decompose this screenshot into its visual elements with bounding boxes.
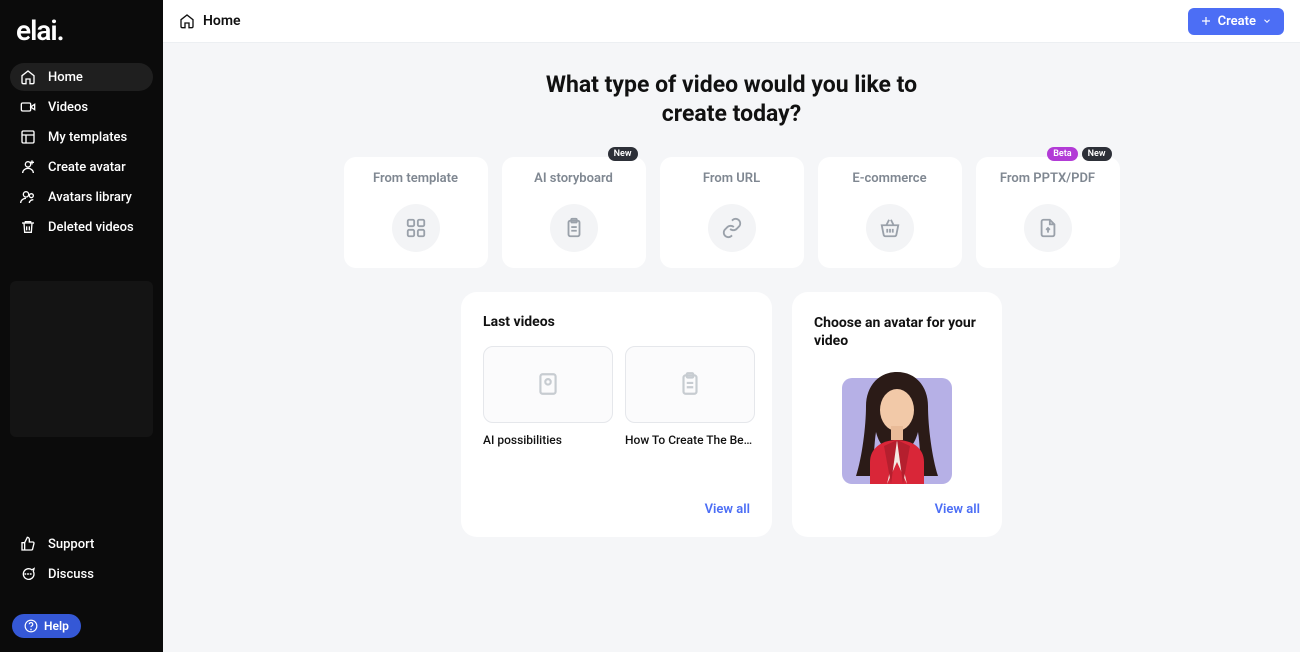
type-label: From template [373,171,458,186]
type-card-from-pptx-pdf[interactable]: Beta New From PPTX/PDF [976,157,1120,268]
type-label: From URL [703,171,760,186]
video-thumb [625,346,755,423]
panel-title: Choose an avatar for your video [814,314,980,350]
help-button[interactable]: Help [12,614,81,638]
chat-icon [20,566,36,582]
video-icon [20,99,36,115]
page-title: Home [203,13,241,29]
clipboard-icon [550,204,598,252]
thumbs-up-icon [20,536,36,552]
video-thumb [483,346,613,423]
sidebar-item-home[interactable]: Home [10,63,153,91]
sidebar-item-label: Deleted videos [48,220,134,235]
topbar: Home Create [163,0,1300,43]
badge-new: New [1082,147,1112,161]
sidebar-item-label: Support [48,537,94,552]
main-area: Home Create What type of video would you… [163,0,1300,652]
badge-new: New [608,147,638,161]
panel-choose-avatar: Choose an avatar for your video [792,292,1002,537]
view-all-avatars-link[interactable]: View all [935,502,980,517]
home-icon [179,13,195,29]
video-type-row: From template New AI storyboard From URL [344,157,1120,268]
breadcrumb: Home [179,13,241,29]
brand-logo: elai. [16,14,149,47]
sidebar-nav-bottom: Support Discuss Help [10,530,153,638]
grid-icon [392,204,440,252]
type-card-from-url[interactable]: From URL [660,157,804,268]
content: What type of video would you like to cre… [163,43,1300,537]
avatar-preview[interactable] [842,366,952,486]
type-label: From PPTX/PDF [1000,171,1095,186]
create-button[interactable]: Create [1188,8,1284,35]
badge-beta: Beta [1047,147,1077,161]
basket-icon [866,204,914,252]
sidebar-item-create-avatar[interactable]: Create avatar [10,153,153,181]
sidebar-item-label: My templates [48,130,127,145]
create-button-label: Create [1218,14,1256,29]
template-icon [20,129,36,145]
home-icon [20,69,36,85]
panel-title: Last videos [483,314,750,330]
type-label: E-commerce [852,171,926,186]
help-icon [24,619,38,633]
panels-row: Last videos AI possibilities How To Crea… [461,292,1002,537]
help-label: Help [44,619,69,633]
sidebar-item-label: Create avatar [48,160,126,175]
sidebar: elai. Home Videos My templates Create av… [0,0,163,652]
panel-last-videos: Last videos AI possibilities How To Crea… [461,292,772,537]
sidebar-nav-main: Home Videos My templates Create avatar A… [10,63,153,241]
link-icon [708,204,756,252]
sidebar-item-discuss[interactable]: Discuss [10,560,153,588]
video-title: How To Create The Best We… [625,433,755,447]
last-video-item[interactable]: AI possibilities [483,346,613,447]
view-all-videos-link[interactable]: View all [705,502,750,517]
file-upload-icon [1024,204,1072,252]
avatars-library-icon [20,189,36,205]
video-title: AI possibilities [483,433,613,447]
last-video-item[interactable]: How To Create The Best We… [625,346,755,447]
clipboard-icon [677,371,703,397]
sidebar-item-label: Discuss [48,567,94,582]
portrait-icon [535,371,561,397]
chevron-down-icon [1262,16,1272,26]
create-avatar-icon [20,159,36,175]
type-card-ecommerce[interactable]: E-commerce [818,157,962,268]
avatar-person-icon [842,366,952,486]
sidebar-item-my-templates[interactable]: My templates [10,123,153,151]
sidebar-item-avatars-library[interactable]: Avatars library [10,183,153,211]
trash-icon [20,219,36,235]
type-label: AI storyboard [534,171,613,186]
type-card-from-template[interactable]: From template [344,157,488,268]
sidebar-item-deleted-videos[interactable]: Deleted videos [10,213,153,241]
last-videos-list: AI possibilities How To Create The Best … [483,346,750,447]
sidebar-item-videos[interactable]: Videos [10,93,153,121]
sidebar-item-label: Videos [48,100,88,115]
plus-icon [1200,15,1212,27]
type-card-ai-storyboard[interactable]: New AI storyboard [502,157,646,268]
sidebar-item-label: Avatars library [48,190,132,205]
hero-heading: What type of video would you like to cre… [546,71,917,129]
sidebar-promo-box [10,281,153,437]
sidebar-item-support[interactable]: Support [10,530,153,558]
sidebar-item-label: Home [48,70,83,85]
